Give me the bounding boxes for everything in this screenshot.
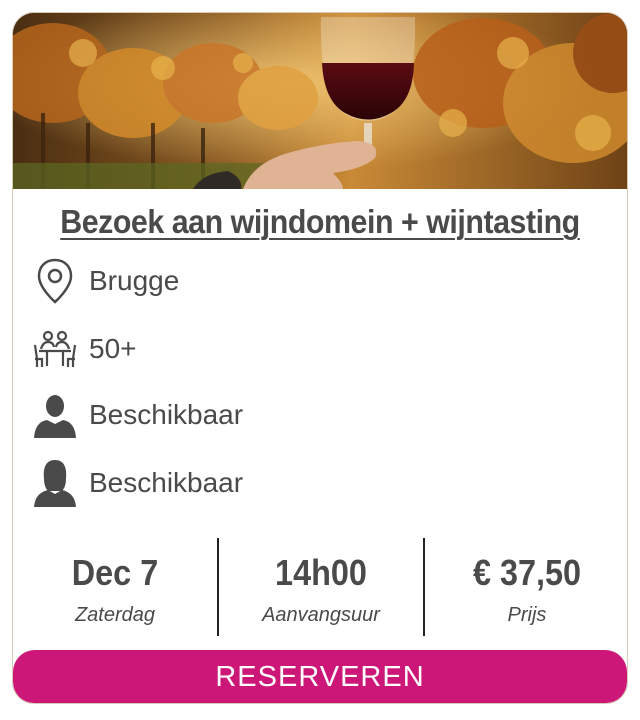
group-dining-icon [31, 325, 79, 373]
event-date: Dec 7 [71, 552, 159, 593]
male-availability-label: Beschikbaar [89, 399, 244, 430]
event-day: Zaterdag [74, 604, 156, 626]
map-pin-icon [31, 257, 79, 305]
event-title[interactable]: Bezoek aan wijndomein + wijntasting [38, 203, 603, 241]
event-price: € 37,50 [472, 552, 582, 593]
male-person-icon [31, 391, 79, 439]
location-row: Brugge [31, 257, 179, 305]
age-group-row: 50+ [31, 325, 137, 373]
event-time: 14h00 [275, 552, 367, 593]
age-group-label: 50+ [89, 333, 137, 364]
event-photo [13, 13, 627, 189]
price-fact: € 37,50 Prijs [425, 538, 627, 638]
event-time-label: Aanvangsuur [262, 604, 380, 626]
female-availability-label: Beschikbaar [89, 467, 244, 498]
event-card[interactable]: Bezoek aan wijndomein + wijntasting Brug… [12, 12, 628, 704]
event-facts: Dec 7 Zaterdag 14h00 Aanvangsuur € 37,50… [13, 538, 627, 638]
male-availability-row: Beschikbaar [31, 391, 243, 439]
female-availability-row: Beschikbaar [31, 459, 243, 507]
event-price-label: Prijs [507, 604, 547, 626]
reserve-button[interactable]: RESERVEREN [13, 650, 627, 703]
female-person-icon [31, 459, 79, 507]
location-label: Brugge [89, 265, 180, 296]
date-fact: Dec 7 Zaterdag [13, 538, 217, 638]
time-fact: 14h00 Aanvangsuur [219, 538, 423, 638]
